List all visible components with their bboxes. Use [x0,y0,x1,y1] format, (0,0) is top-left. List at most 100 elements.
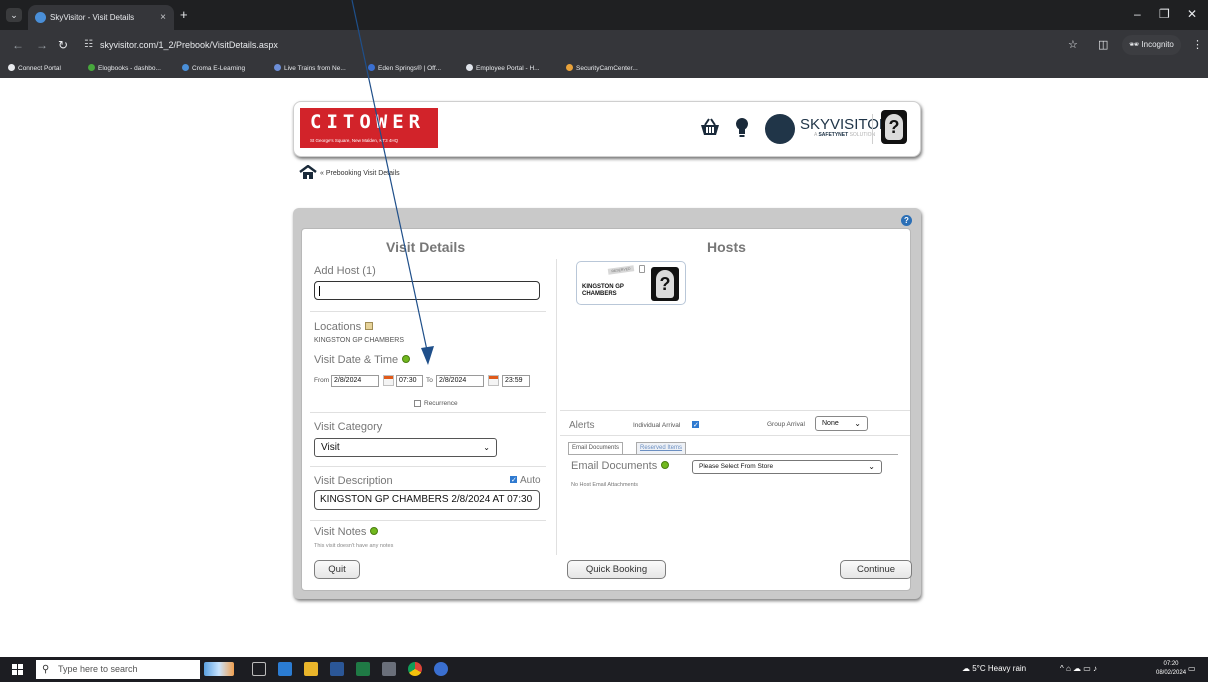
skyvisitor-app-icon[interactable] [434,662,448,676]
skyvisitor-logo-icon [765,114,795,144]
system-clock[interactable]: 07:20 08/02/2024 [1156,660,1186,678]
bookmark-icon [566,64,573,71]
new-tab-button[interactable]: + [180,7,188,22]
add-host-input[interactable] [314,281,540,300]
window-close-icon[interactable]: ✕ [1187,7,1197,21]
tab-title: SkyVisitor - Visit Details [50,13,135,22]
tray-icons[interactable]: ^ ⌂ ☁ ▭ ♪ [1060,664,1097,673]
reload-icon[interactable]: ↻ [58,38,68,52]
quit-button[interactable]: Quit [314,560,360,579]
visit-description-input[interactable]: KINGSTON GP CHAMBERS 2/8/2024 AT 07:30 [314,490,540,510]
add-email-document-icon[interactable] [661,461,670,469]
bookmark-item[interactable]: Employee Portal - H... [466,64,540,72]
incognito-indicator[interactable]: 🕶 Incognito [1122,35,1181,55]
minimize-icon[interactable]: – [1134,7,1141,21]
to-calendar-icon[interactable] [488,375,499,386]
add-note-icon[interactable] [370,527,379,535]
address-bar[interactable]: ☷ skyvisitor.com/1_2/Prebook/VisitDetail… [76,35,1156,57]
bookmark-item[interactable]: Elogbooks - dashbo... [88,64,161,72]
recurrence-label: Recurrence [424,400,458,407]
browser-menu-icon[interactable]: ⋮ [1192,38,1203,51]
site-info-icon[interactable]: ☷ [84,39,93,50]
chrome-icon[interactable] [408,662,422,676]
incognito-icon: 🕶 [1129,40,1142,49]
help-icon[interactable]: ? [901,215,912,226]
citower-logo[interactable]: CITOWER St George's Square, New Malden, … [300,108,438,148]
quick-booking-button[interactable]: Quick Booking [567,560,666,579]
bookmark-item[interactable]: Eden Springs® | Off... [368,64,441,72]
search-highlight-icon[interactable] [204,662,234,676]
from-date-input[interactable]: 2/8/2024 [331,375,379,387]
to-time-input[interactable]: 23:59 [502,375,530,387]
individual-arrival-label: Individual Arrival [633,422,681,429]
visit-details-card: Visit Details Add Host (1) Locations KIN… [301,228,912,591]
tab-email-documents[interactable]: Email Documents [568,442,624,454]
recurrence-checkbox[interactable] [414,400,421,407]
word-icon[interactable] [330,662,344,676]
bookmark-star-icon[interactable]: ☆ [1068,38,1078,51]
back-icon[interactable]: ← [12,38,24,52]
bookmark-item[interactable]: SecurityCamCenter... [566,64,638,72]
bookmark-icon [368,64,375,71]
chevron-down-icon: ⌄ [854,419,861,428]
site-favicon-icon [35,12,46,23]
visit-category-select[interactable]: Visit ⌄ [314,438,497,457]
user-avatar[interactable]: ? [881,110,907,144]
tab-reserved-items[interactable]: Reserved Items [636,442,687,454]
store-select-value: Please Select From Store [699,463,774,470]
home-icon[interactable] [299,165,317,179]
divider [310,311,546,312]
weather-widget[interactable]: ☁ 5°C Heavy rain [962,664,1026,673]
bookmark-item[interactable]: Live Trains from Ne... [274,64,346,72]
side-panel-icon[interactable]: ◫ [1098,38,1108,51]
host-name: KINGSTON GP CHAMBERS [582,284,624,297]
reserved-stamp-icon: RESERVED [607,265,635,275]
windows-taskbar: ⚲ Type here to search ☁ 5°C Heavy rain ^… [0,657,1208,682]
bookmark-item[interactable]: Connect Portal [8,64,61,72]
host-card[interactable]: RESERVED KINGSTON GP CHAMBERS ? [576,261,686,305]
task-view-icon[interactable] [252,662,266,676]
bookmark-item[interactable]: Croma E-Learning [182,64,245,72]
tab-close-icon[interactable]: × [160,5,166,30]
to-date-input[interactable]: 2/8/2024 [436,375,484,387]
delete-host-icon[interactable] [639,265,645,273]
site-header: CITOWER St George's Square, New Malden, … [293,101,921,157]
file-explorer-icon[interactable] [304,662,318,676]
excel-icon[interactable] [356,662,370,676]
visit-category-value: Visit [321,442,340,453]
lightbulb-icon[interactable] [735,117,749,145]
chevron-down-icon: ⌄ [483,443,490,452]
column-divider [556,259,557,555]
search-icon: ⚲ [42,664,50,675]
from-label: From [314,377,330,384]
basket-icon-svg [701,118,719,135]
tab-search-button[interactable]: ⌄ [6,8,22,22]
auto-label: Auto [520,475,541,486]
restore-icon[interactable]: ❐ [1159,7,1170,21]
from-time-input[interactable]: 07:30 [396,375,423,387]
store-select[interactable]: Please Select From Store ⌄ [692,460,882,474]
browser-tab[interactable]: SkyVisitor - Visit Details × [28,5,174,30]
divider [560,410,910,411]
brand-name: SKYVISITOR [800,116,890,133]
add-date-icon[interactable] [402,355,411,363]
forward-icon[interactable]: → [36,38,48,52]
incognito-label: Incognito [1141,40,1174,49]
breadcrumb[interactable]: « Prebooking Visit Details [320,170,400,177]
brand-tagline: A SAFETYNET SOLUTION [814,132,876,138]
notifications-icon[interactable]: ▭ [1188,664,1196,673]
auto-checkbox[interactable]: ✓ [510,476,517,484]
basket-icon[interactable] [699,117,721,143]
continue-button[interactable]: Continue [840,560,912,579]
url-text: skyvisitor.com/1_2/Prebook/VisitDetails.… [100,40,278,50]
edit-location-icon[interactable] [365,322,374,330]
group-arrival-select[interactable]: None ⌄ [815,416,868,431]
outlook-icon[interactable] [278,662,292,676]
tab-underline [568,454,898,455]
visit-details-panel: ? Visit Details Add Host (1) Locations K… [293,208,921,599]
individual-arrival-checkbox[interactable]: ✓ [692,421,699,429]
snipping-tool-icon[interactable] [382,662,396,676]
from-calendar-icon[interactable] [383,375,394,386]
windows-start-icon[interactable] [12,664,23,675]
taskbar-search-input[interactable]: ⚲ Type here to search [36,660,200,679]
